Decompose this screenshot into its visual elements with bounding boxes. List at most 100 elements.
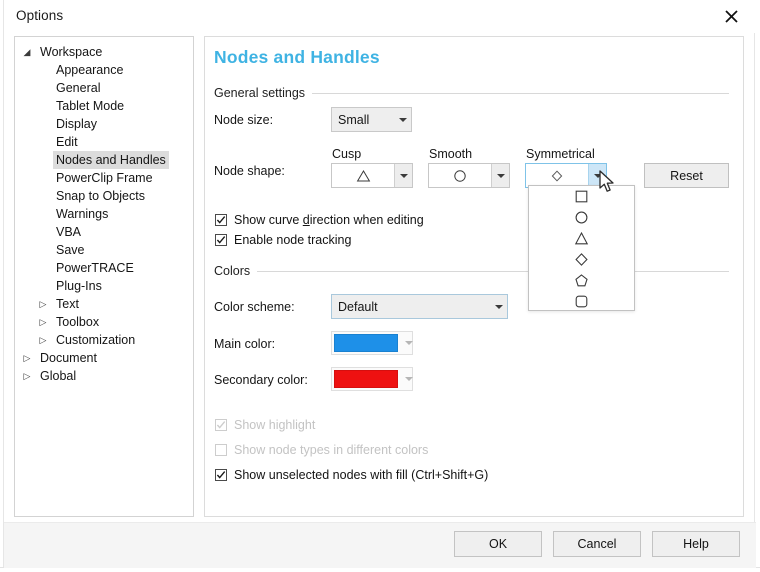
chevron-right-icon[interactable]: ▷	[21, 349, 33, 367]
chevron-down-icon[interactable]: ◢	[21, 43, 33, 61]
chevron-down-icon[interactable]	[400, 332, 418, 354]
checkbox-label: Enable node tracking	[234, 233, 352, 247]
sidebar-item-display[interactable]: Display	[15, 115, 193, 133]
square-icon	[575, 190, 588, 203]
sidebar-item-label: General	[56, 81, 101, 95]
sidebar-item-label: VBA	[56, 225, 82, 239]
sidebar-item-label: Document	[40, 351, 97, 365]
shape-option-rounded-square[interactable]	[529, 291, 634, 312]
sidebar-item-label: Tablet Mode	[56, 99, 125, 113]
checkbox-box	[215, 444, 227, 456]
sidebar-item-workspace[interactable]: ◢ Workspace	[15, 43, 193, 61]
sidebar-item-toolbox[interactable]: ▷ Toolbox	[15, 313, 193, 331]
chevron-right-icon[interactable]: ▷	[37, 313, 49, 331]
sidebar-item-label: Nodes and Handles	[53, 151, 169, 169]
sidebar-item-label: Save	[56, 243, 85, 257]
sidebar-item-label: Global	[40, 369, 77, 383]
window-title: Options	[16, 8, 64, 23]
main-color-swatch[interactable]	[334, 334, 398, 352]
checkbox-box	[215, 419, 227, 431]
shape-option-pentagon[interactable]	[529, 270, 634, 291]
help-button[interactable]: Help	[652, 531, 740, 557]
sidebar-item-vba[interactable]: VBA	[15, 223, 193, 241]
shape-option-circle[interactable]	[529, 207, 634, 228]
triangle-icon	[356, 169, 370, 181]
settings-panel: Nodes and Handles General settings Node …	[204, 36, 744, 517]
sidebar-item-tablet-mode[interactable]: Tablet Mode	[15, 97, 193, 115]
shape-option-triangle[interactable]	[529, 228, 634, 249]
shape-option-diamond[interactable]	[529, 249, 634, 270]
sidebar-item-save[interactable]: Save	[15, 241, 193, 259]
chevron-right-icon[interactable]: ▷	[37, 331, 49, 349]
sidebar-item-customization[interactable]: ▷ Customization	[15, 331, 193, 349]
sidebar-item-label: Appearance	[56, 63, 124, 77]
sidebar-item-label: PowerClip Frame	[56, 171, 153, 185]
smooth-shape-combo[interactable]	[428, 163, 510, 188]
node-shape-label: Node shape:	[214, 164, 285, 178]
smooth-shape-value	[429, 164, 491, 187]
circle-icon	[575, 211, 588, 224]
diamond-icon	[575, 253, 588, 266]
close-button[interactable]	[716, 2, 746, 30]
sidebar-item-nodes-and-handles[interactable]: Nodes and Handles	[15, 151, 193, 169]
sidebar-item-label: Workspace	[40, 45, 103, 59]
chevron-right-icon[interactable]: ▷	[37, 295, 49, 313]
node-size-label: Node size:	[214, 113, 274, 127]
check-icon	[216, 216, 226, 224]
color-scheme-combo[interactable]: Default	[331, 294, 508, 319]
group-divider	[257, 270, 729, 272]
chevron-down-icon[interactable]	[588, 164, 606, 187]
group-general-settings: General settings	[214, 85, 729, 101]
sidebar-item-label: Customization	[56, 333, 136, 347]
sidebar-item-powertrace[interactable]: PowerTRACE	[15, 259, 193, 277]
sidebar-item-global[interactable]: ▷ Global	[15, 367, 193, 385]
group-divider	[312, 92, 729, 94]
group-colors-label: Colors	[214, 264, 251, 278]
cusp-shape-combo[interactable]	[331, 163, 413, 188]
secondary-color-swatch[interactable]	[334, 370, 398, 388]
symmetrical-header: Symmetrical	[526, 147, 595, 161]
sidebar-item-snap-to-objects[interactable]: Snap to Objects	[15, 187, 193, 205]
sidebar-item-label: Edit	[56, 135, 78, 149]
sidebar-item-edit[interactable]: Edit	[15, 133, 193, 151]
triangle-icon	[574, 231, 589, 245]
checkbox-label: Show curve direction when editing	[234, 213, 424, 227]
chevron-right-icon[interactable]: ▷	[21, 367, 33, 385]
ok-button[interactable]: OK	[454, 531, 542, 557]
sidebar-item-appearance[interactable]: Appearance	[15, 61, 193, 79]
color-scheme-value: Default	[338, 299, 378, 314]
symmetrical-shape-value	[526, 164, 588, 187]
shape-option-square[interactable]	[529, 186, 634, 207]
cancel-button[interactable]: Cancel	[553, 531, 641, 557]
checkbox-box	[215, 214, 227, 226]
cusp-header: Cusp	[332, 147, 362, 161]
circle-icon	[454, 169, 466, 182]
sidebar-item-text[interactable]: ▷ Text	[15, 295, 193, 313]
sidebar-item-label: PowerTRACE	[56, 261, 134, 275]
title-bar: Options	[4, 0, 756, 33]
checkbox-label: Show node types in different colors	[234, 443, 429, 457]
sidebar-item-warnings[interactable]: Warnings	[15, 205, 193, 223]
sidebar-item-powerclip-frame[interactable]: PowerClip Frame	[15, 169, 193, 187]
reset-button[interactable]: Reset	[644, 163, 729, 188]
pentagon-icon	[575, 274, 588, 287]
sidebar-item-general[interactable]: General	[15, 79, 193, 97]
rounded-square-icon	[575, 295, 588, 308]
checkbox-enable-node-tracking[interactable]: Enable node tracking	[215, 233, 351, 247]
checkbox-label: Show highlight	[234, 418, 316, 432]
checkbox-show-curve-direction[interactable]: Show curve direction when editing	[215, 213, 424, 227]
chevron-down-icon[interactable]	[400, 368, 418, 390]
color-scheme-label: Color scheme:	[214, 300, 295, 314]
sidebar-item-plug-ins[interactable]: Plug-Ins	[15, 277, 193, 295]
secondary-color-picker[interactable]	[331, 367, 413, 391]
settings-tree[interactable]: ◢ Workspace Appearance General Tablet Mode Di…	[14, 36, 194, 517]
main-color-picker[interactable]	[331, 331, 413, 355]
sidebar-item-label: Warnings	[56, 207, 109, 221]
sidebar-item-label: Display	[56, 117, 97, 131]
shape-dropdown-list[interactable]	[528, 185, 635, 311]
sidebar-item-document[interactable]: ▷ Document	[15, 349, 193, 367]
node-size-combo[interactable]: Small	[331, 107, 412, 132]
main-color-label: Main color:	[214, 337, 276, 351]
checkbox-show-unselected-nodes-fill[interactable]: Show unselected nodes with fill (Ctrl+Sh…	[215, 468, 488, 482]
checkbox-show-highlight: Show highlight	[215, 418, 315, 432]
